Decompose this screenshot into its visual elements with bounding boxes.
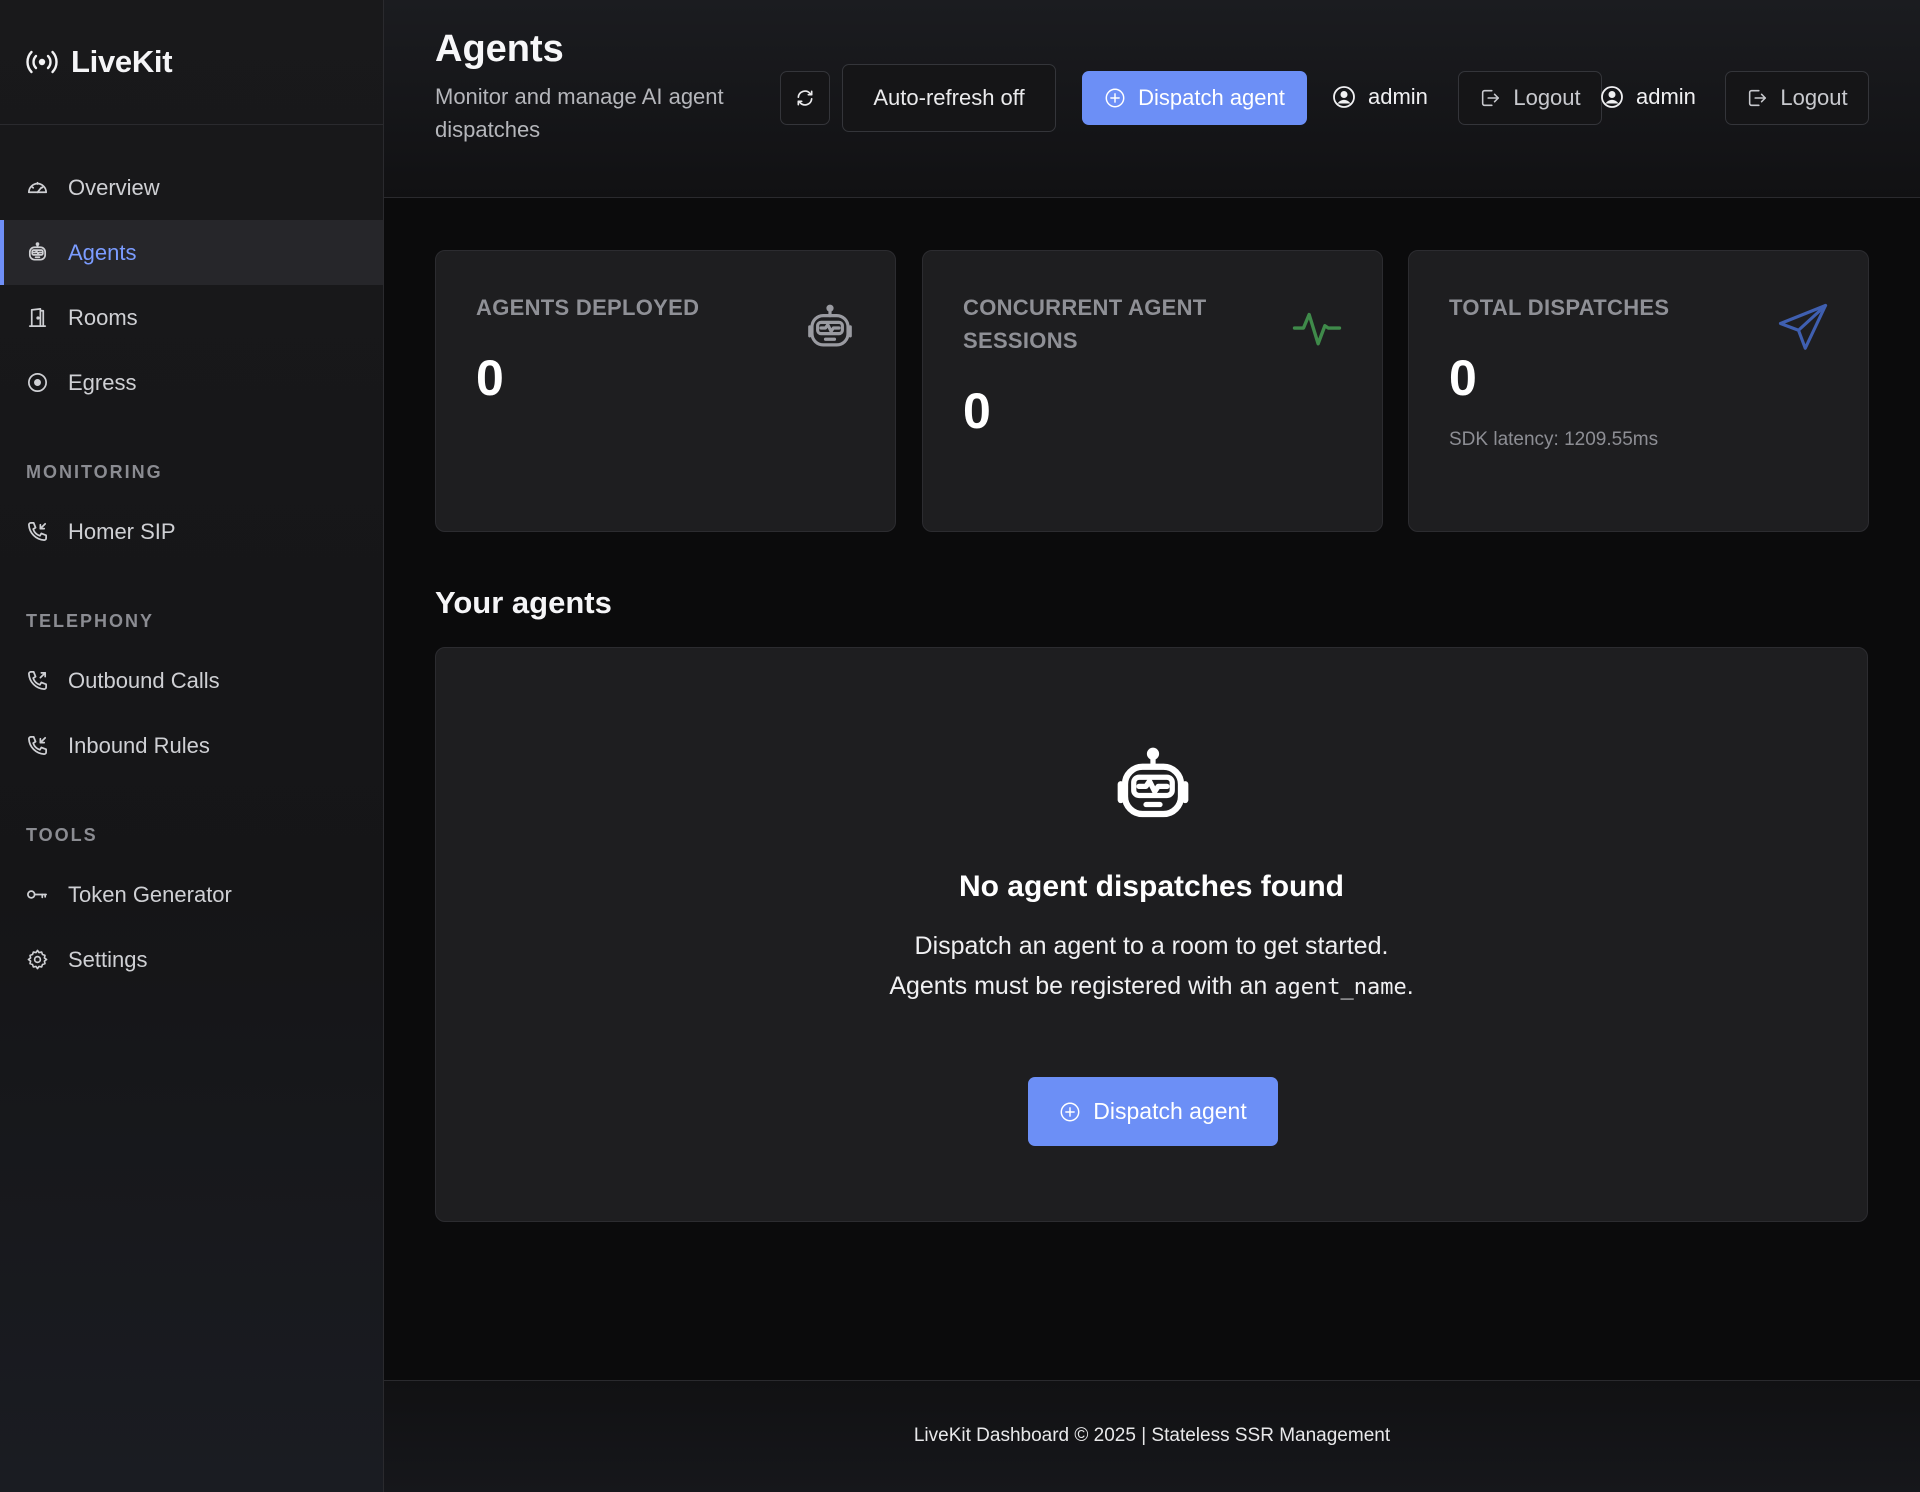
sidebar-item-label: Settings: [68, 946, 148, 972]
logout-label: Logout: [1513, 85, 1581, 110]
sdk-latency: SDK latency: 1209.55ms: [1449, 429, 1659, 450]
empty-state-text: Dispatch an agent to a room to get start…: [436, 926, 1867, 1008]
sidebar-item-overview[interactable]: Overview: [0, 155, 383, 220]
sidebar-nav: Overview Agents Rooms Egress MONITORING …: [0, 125, 383, 992]
sidebar-item-label: Homer SIP: [68, 518, 176, 544]
dispatch-agent-button[interactable]: Dispatch agent: [1082, 71, 1307, 125]
gear-icon: [26, 948, 49, 971]
gauge-icon: [26, 176, 49, 199]
logout-icon: [1479, 87, 1501, 109]
phone-incoming-icon: [26, 520, 49, 543]
sidebar-item-outbound-calls[interactable]: Outbound Calls: [0, 648, 383, 713]
sidebar-item-label: Rooms: [68, 304, 138, 330]
sidebar: LiveKit Overview Agents Rooms Egress MON…: [0, 0, 384, 1492]
user-name: admin: [1368, 84, 1428, 109]
stat-value: 0: [963, 383, 991, 439]
stat-card-concurrent-sessions: CONCURRENT AGENT SESSIONS 0: [922, 250, 1383, 532]
page-subtitle: Monitor and manage AI agent dispatches: [435, 84, 724, 142]
sidebar-item-label: Agents: [68, 239, 137, 265]
empty-state-title: No agent dispatches found: [958, 870, 1345, 903]
phone-incoming-icon: [26, 734, 49, 757]
record-icon: [26, 371, 49, 394]
nav-section-telephony: TELEPHONY: [26, 610, 155, 631]
logout-button[interactable]: Logout: [1725, 71, 1869, 125]
send-icon: [1776, 301, 1830, 355]
sidebar-item-label: Egress: [68, 369, 137, 395]
empty-state: No agent dispatches found Dispatch an ag…: [435, 647, 1868, 1222]
user-menu[interactable]: admin: [1332, 84, 1428, 110]
logout-icon: [1746, 87, 1768, 109]
nav-section-monitoring: MONITORING: [26, 461, 163, 482]
stat-value: 0: [1449, 350, 1477, 406]
broadcast-icon: [25, 45, 59, 79]
user-name: admin: [1636, 84, 1696, 109]
sidebar-item-rooms[interactable]: Rooms: [0, 285, 383, 350]
stat-value: 0: [476, 350, 504, 406]
dispatch-agent-label: Dispatch agent: [1138, 85, 1285, 110]
sidebar-item-token-generator[interactable]: Token Generator: [0, 862, 383, 927]
sidebar-item-settings[interactable]: Settings: [0, 927, 383, 992]
brand[interactable]: LiveKit: [0, 0, 383, 125]
footer: LiveKit Dashboard © 2025 | Stateless SSR…: [384, 1380, 1920, 1492]
footer-text: LiveKit Dashboard © 2025 | Stateless SSR…: [913, 1425, 1391, 1446]
user-circle-icon: [1600, 85, 1624, 109]
sidebar-item-label: Outbound Calls: [68, 667, 220, 693]
user-circle-icon: [1332, 85, 1356, 109]
robot-icon: [1111, 744, 1195, 828]
stat-card-total-dispatches: TOTAL DISPATCHES 0 SDK latency: 1209.55m…: [1408, 250, 1869, 532]
empty-state-text-prefix: Agents must be registered with an: [889, 972, 1275, 1000]
auto-refresh-toggle[interactable]: Auto-refresh off: [842, 64, 1056, 132]
stat-card-agents-deployed: AGENTS DEPLOYED 0: [435, 250, 896, 532]
logout-button[interactable]: Logout: [1458, 71, 1602, 125]
refresh-button[interactable]: [780, 71, 830, 125]
phone-outgoing-icon: [26, 669, 49, 692]
user-menu[interactable]: admin: [1600, 84, 1696, 110]
section-title: Your agents: [435, 585, 612, 620]
robot-icon: [803, 301, 857, 355]
sidebar-item-label: Token Generator: [68, 881, 232, 907]
refresh-icon: [795, 88, 815, 108]
stat-label: CONCURRENT AGENT SESSIONS: [963, 295, 1207, 353]
door-icon: [26, 306, 49, 329]
empty-state-line: Dispatch an agent to a room to get start…: [914, 932, 1389, 960]
brand-name: LiveKit: [71, 44, 173, 79]
plus-circle-icon: [1059, 1101, 1081, 1123]
empty-state-line: Agents must be registered with an agent_…: [436, 966, 1867, 1008]
page-title: Agents: [435, 28, 564, 70]
logout-label: Logout: [1780, 85, 1848, 110]
dispatch-agent-button[interactable]: Dispatch agent: [1028, 1077, 1278, 1146]
nav-section-tools: TOOLS: [26, 824, 98, 845]
sidebar-item-egress[interactable]: Egress: [0, 350, 383, 415]
agent-name-code: agent_name: [1274, 975, 1407, 1000]
plus-circle-icon: [1104, 87, 1126, 109]
stat-label: TOTAL DISPATCHES: [1449, 295, 1670, 320]
robot-icon: [26, 241, 49, 264]
activity-icon: [1290, 301, 1344, 355]
sidebar-item-label: Inbound Rules: [68, 732, 210, 758]
dispatch-agent-label: Dispatch agent: [1093, 1098, 1247, 1124]
empty-state-text-suffix: .: [1406, 972, 1414, 1000]
page-header: Agents Monitor and manage AI agent dispa…: [384, 0, 1920, 198]
sidebar-item-homer-sip[interactable]: Homer SIP: [0, 499, 383, 564]
stat-label: AGENTS DEPLOYED: [476, 295, 700, 320]
key-icon: [26, 883, 49, 906]
sidebar-item-label: Overview: [68, 174, 160, 200]
sidebar-item-inbound-rules[interactable]: Inbound Rules: [0, 713, 383, 778]
sidebar-item-agents[interactable]: Agents: [0, 220, 383, 285]
